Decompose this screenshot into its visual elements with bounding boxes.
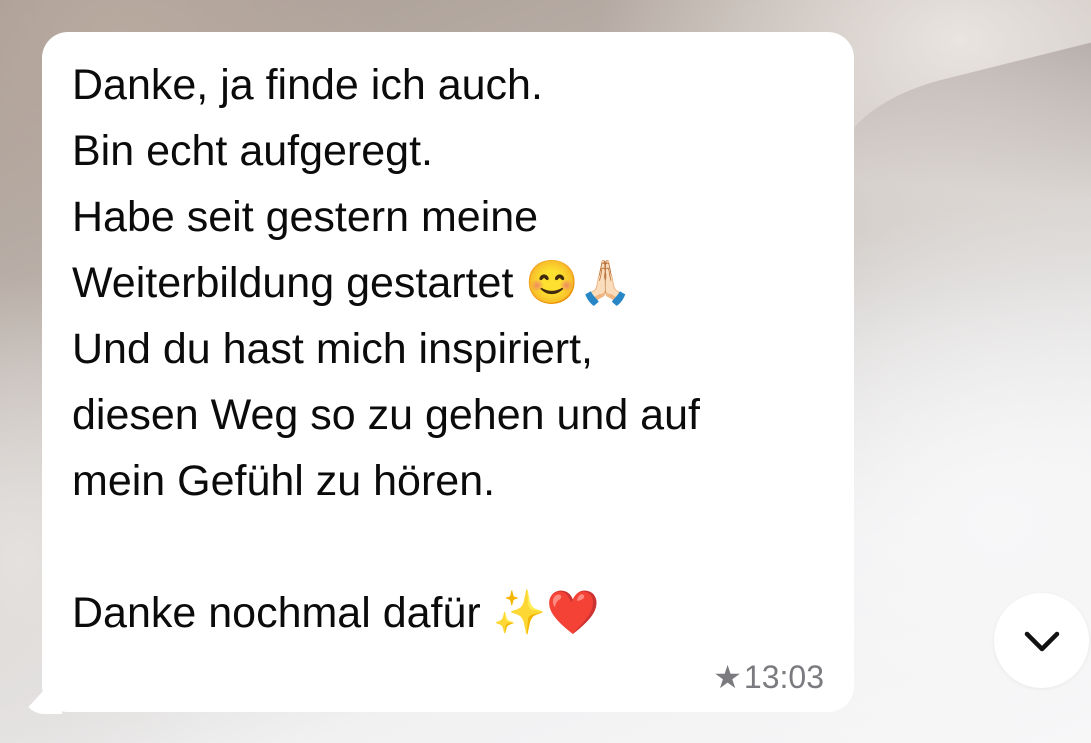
- message-meta: ★ 13:03: [713, 658, 824, 696]
- incoming-message-bubble[interactable]: Danke, ja finde ich auch. Bin echt aufge…: [42, 32, 854, 712]
- chevron-down-icon: [1024, 631, 1059, 651]
- star-icon: ★: [713, 659, 742, 695]
- scroll-to-bottom-button[interactable]: [994, 593, 1089, 688]
- message-time: 13:03: [743, 658, 824, 695]
- message-text: Danke, ja finde ich auch. Bin echt aufge…: [72, 61, 700, 637]
